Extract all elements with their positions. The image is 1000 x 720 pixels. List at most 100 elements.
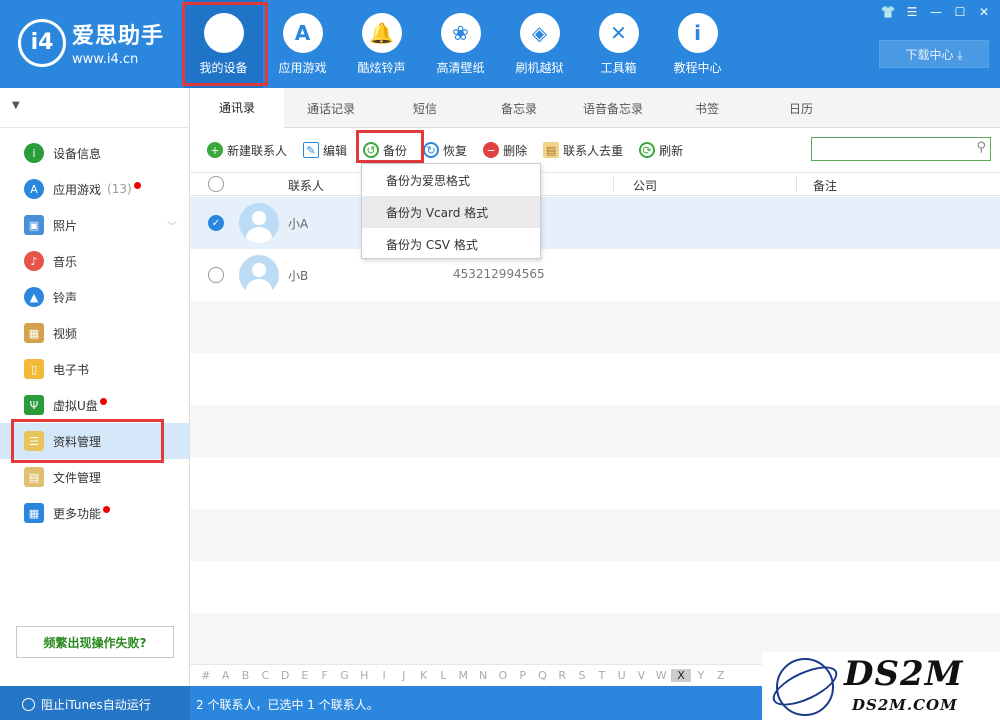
nav-ringtones[interactable]: 🔔 酷炫铃声 (342, 0, 421, 88)
alpha-index[interactable]: E (295, 669, 315, 682)
nav-toolbox[interactable]: ✕ 工具箱 (579, 0, 658, 88)
menu-item-backup-csv[interactable]: 备份为 CSV 格式 (362, 228, 540, 260)
alpha-index[interactable]: J (394, 669, 414, 682)
nav-tutorials[interactable]: i 教程中心 (658, 0, 737, 88)
window-controls: 👕 ☰ — ☐ ✕ (878, 4, 994, 20)
block-itunes-toggle[interactable]: 阻止iTunes自动运行 (22, 696, 151, 713)
dropdown-arrow-icon: ▼ (12, 100, 20, 111)
restore-button[interactable]: ↻ 恢复 (423, 142, 467, 159)
alpha-index[interactable]: S (572, 669, 592, 682)
column-header-company[interactable]: 公司 (633, 177, 657, 194)
tools-icon: ✕ (598, 12, 639, 53)
column-header-contact[interactable]: 联系人 (288, 177, 324, 194)
row-checkbox[interactable]: ✓ (208, 215, 224, 231)
alpha-index[interactable]: K (414, 669, 434, 682)
nav-flash-jailbreak[interactable]: ◈ 刷机越狱 (500, 0, 579, 88)
menu-item-backup-i4[interactable]: 备份为爱思格式 (362, 164, 540, 196)
alpha-index[interactable]: U (612, 669, 632, 682)
alpha-index[interactable]: N (473, 669, 493, 682)
alphabet-index-bar: # A B C D E F G H I J K L M N O P Q R S … (190, 664, 762, 686)
tab-call-log[interactable]: 通话记录 (284, 88, 378, 128)
alpha-index[interactable]: F (315, 669, 335, 682)
table-row[interactable]: ✓ 小A 2 (190, 197, 1000, 249)
alpha-index[interactable]: B (236, 669, 256, 682)
watermark-logo: DS2M DS2M.COM (762, 652, 1000, 720)
tab-sms[interactable]: 短信 (378, 88, 472, 128)
select-all-checkbox[interactable] (208, 176, 224, 192)
dedupe-contacts-button[interactable]: ▤ 联系人去重 (543, 142, 623, 159)
search-icon[interactable]: ⚲ (976, 140, 986, 155)
alpha-index[interactable]: H (354, 669, 374, 682)
alpha-index[interactable]: G (335, 669, 355, 682)
operation-failed-help-button[interactable]: 频繁出现操作失败? (16, 626, 174, 658)
tab-bookmarks[interactable]: 书签 (660, 88, 754, 128)
notification-dot (103, 505, 111, 513)
alpha-index[interactable]: O (493, 669, 513, 682)
alpha-index[interactable]: M (453, 669, 473, 682)
alpha-index[interactable]: D (275, 669, 295, 682)
alpha-index[interactable]: # (196, 669, 216, 682)
menu-icon[interactable]: ☰ (902, 4, 922, 20)
dedupe-icon: ▤ (543, 142, 560, 158)
alpha-index[interactable]: T (592, 669, 612, 682)
nav-label: 刷机越狱 (515, 60, 564, 75)
empty-row (190, 405, 1000, 457)
alpha-index[interactable]: Z (711, 669, 731, 682)
edit-button[interactable]: ✎ 编辑 (303, 142, 347, 159)
sidebar-item-ringtones[interactable]: ▲ 铃声 (0, 279, 189, 315)
app-logo: i4 爱思助手 www.i4.cn (18, 18, 164, 67)
sidebar-item-video[interactable]: ▦ 视频 (0, 315, 189, 351)
sidebar-item-file-manage[interactable]: ▤ 文件管理 (0, 459, 189, 495)
alpha-index[interactable]: V (632, 669, 652, 682)
alpha-index[interactable]: I (374, 669, 394, 682)
minimize-icon[interactable]: — (926, 4, 946, 20)
alpha-index[interactable]: P (513, 669, 533, 682)
table-row[interactable]: 小B 453212994565 (190, 249, 1000, 301)
bell-icon: ▲ (24, 287, 44, 307)
row-checkbox[interactable] (208, 267, 224, 283)
sidebar-item-label: 虚拟U盘 (53, 398, 98, 413)
contact-name: 小A (288, 217, 309, 231)
sidebar-item-label: 文件管理 (53, 470, 102, 485)
sidebar-item-ebooks[interactable]: ▯ 电子书 (0, 351, 189, 387)
sidebar-item-more[interactable]: ▦ 更多功能 (0, 495, 189, 531)
avatar (239, 255, 279, 295)
alpha-index[interactable]: W (651, 669, 671, 682)
chevron-down-icon[interactable]: ﹀ (167, 218, 177, 233)
download-center-button[interactable]: 下载中心 ⤓ (879, 40, 989, 68)
column-header-note[interactable]: 备注 (813, 177, 837, 194)
tab-voice-memos[interactable]: 语音备忘录 (566, 88, 660, 128)
sidebar-item-photos[interactable]: ▣ 照片 ﹀ (0, 207, 189, 243)
tab-contacts[interactable]: 通讯录 (190, 88, 284, 128)
nav-apps-games[interactable]: A 应用游戏 (263, 0, 342, 88)
sidebar-item-label: 照片 (53, 218, 78, 233)
alpha-index[interactable]: Q (533, 669, 553, 682)
delete-button[interactable]: − 删除 (483, 142, 527, 159)
menu-item-backup-vcard[interactable]: 备份为 Vcard 格式 (362, 196, 540, 228)
sidebar-item-apps[interactable]: A 应用游戏 (13) (0, 171, 189, 207)
alpha-index[interactable]: Y (691, 669, 711, 682)
new-contact-button[interactable]: + 新建联系人 (207, 142, 287, 159)
empty-row (190, 457, 1000, 509)
nav-wallpapers[interactable]: ❀ 高清壁纸 (421, 0, 500, 88)
maximize-icon[interactable]: ☐ (950, 4, 970, 20)
logo-mark: i4 (18, 18, 66, 67)
tab-calendar[interactable]: 日历 (754, 88, 848, 128)
alpha-index[interactable]: R (552, 669, 572, 682)
table-header: 联系人 公司 备注 (190, 172, 1000, 196)
dropbox-icon: ◈ (519, 12, 560, 53)
sidebar-item-music[interactable]: ♪ 音乐 (0, 243, 189, 279)
sidebar-item-virtual-usb[interactable]: Ψ 虚拟U盘 (0, 387, 189, 423)
alpha-index[interactable]: C (255, 669, 275, 682)
device-dropdown[interactable]: ▼ (0, 88, 189, 128)
alpha-index[interactable]: L (434, 669, 454, 682)
close-icon[interactable]: ✕ (974, 4, 994, 20)
sidebar-item-label: 应用游戏 (53, 182, 102, 197)
alpha-index-active[interactable]: X (671, 669, 691, 682)
refresh-button[interactable]: ⟳ 刷新 (639, 142, 683, 159)
skin-icon[interactable]: 👕 (878, 4, 898, 20)
alpha-index[interactable]: A (216, 669, 236, 682)
search-input[interactable]: ⚲ (811, 137, 991, 161)
tab-notes[interactable]: 备忘录 (472, 88, 566, 128)
sidebar-item-device-info[interactable]: i 设备信息 (0, 135, 189, 171)
